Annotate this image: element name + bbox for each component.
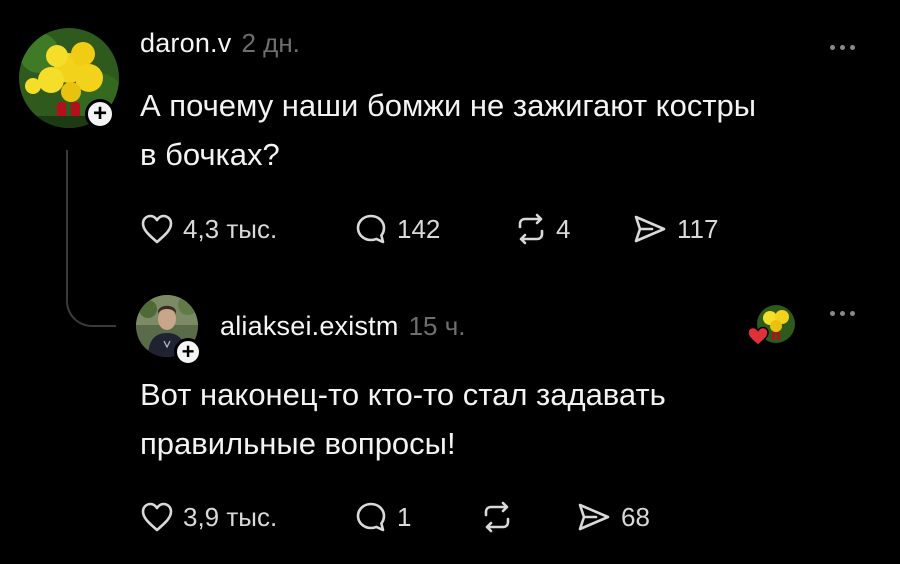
reply-share-count: 68 — [621, 501, 650, 532]
reply-comment-count: 1 — [397, 501, 412, 532]
reply-like-count: 3,9 тыс. — [183, 501, 278, 532]
repost-arrows-icon — [480, 501, 514, 533]
post-actions: 4,3 тыс. 142 4 117 — [140, 212, 718, 246]
post-share-button[interactable]: 117 — [632, 213, 718, 245]
post-repost-button[interactable]: 4 — [514, 213, 632, 245]
post-follow-plus-icon[interactable]: + — [85, 99, 115, 129]
post-repost-count: 4 — [556, 213, 571, 244]
post-like-count: 4,3 тыс. — [183, 213, 278, 244]
post-time: 2 дн. — [241, 28, 300, 58]
post-text: А почему наши бомжи не зажигают костры в… — [140, 81, 756, 179]
repost-arrows-icon — [514, 213, 548, 245]
reply-share-button[interactable]: 68 — [576, 501, 650, 533]
reply-header: aliaksei.existm 15 ч. — [220, 311, 465, 342]
reply-repost-button[interactable] — [480, 501, 576, 533]
speech-bubble-icon — [354, 500, 388, 534]
post-comment-count: 142 — [397, 213, 441, 244]
post-share-count: 117 — [677, 213, 719, 244]
send-icon — [632, 213, 668, 245]
post-text-line: в бочках? — [140, 137, 280, 172]
reply-time: 15 ч. — [408, 311, 466, 341]
post-header: daron.v 2 дн. — [140, 28, 300, 59]
post-more-icon[interactable] — [830, 45, 855, 50]
reply-username[interactable]: aliaksei.existm — [220, 311, 399, 342]
post-username[interactable]: daron.v — [140, 28, 231, 59]
post-like-button[interactable]: 4,3 тыс. — [140, 213, 354, 245]
reply-actions: 3,9 тыс. 1 68 — [140, 500, 650, 534]
post-comment-button[interactable]: 142 — [354, 212, 514, 246]
heart-outline-icon — [140, 213, 174, 245]
reply-follow-plus-icon[interactable]: + — [174, 338, 202, 366]
reply-comment-button[interactable]: 1 — [354, 500, 480, 534]
reply-text-line: Вот наконец-то кто-то стал задавать — [140, 377, 666, 412]
reply: + aliaksei.existm 15 ч. Вот наконец-то к… — [0, 280, 900, 564]
send-icon — [576, 501, 612, 533]
reply-like-button[interactable]: 3,9 тыс. — [140, 501, 354, 533]
post-text-line: А почему наши бомжи не зажигают костры — [140, 88, 757, 123]
reply-text: Вот наконец-то кто-то стал задавать прав… — [140, 370, 666, 468]
reply-more-icon[interactable] — [830, 311, 855, 316]
heart-outline-icon — [140, 501, 174, 533]
speech-bubble-icon — [354, 212, 388, 246]
heart-filled-icon — [747, 326, 769, 351]
reply-text-line: правильные вопросы! — [140, 426, 456, 461]
post: + daron.v 2 дн. А почему наши бомжи не з… — [0, 0, 900, 327]
